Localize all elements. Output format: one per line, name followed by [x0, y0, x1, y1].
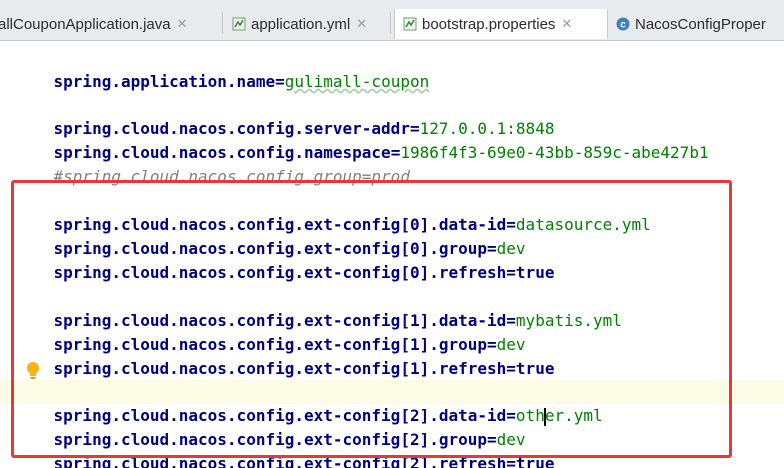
tab-divider	[390, 12, 391, 34]
editor-tab-bar: allCouponApplication.java ✕ application.…	[0, 0, 784, 41]
close-icon[interactable]: ✕	[356, 16, 367, 32]
svg-text:c: c	[620, 20, 626, 31]
close-icon[interactable]: ✕	[177, 16, 188, 32]
tab-application-yml[interactable]: application.yml ✕	[232, 9, 388, 39]
class-c-icon: c	[616, 17, 630, 31]
code-line: #spring.cloud.nacos.config.group=prod	[15, 141, 410, 186]
tab-bootstrap-properties[interactable]: bootstrap.properties ✕	[394, 9, 608, 39]
code-line: spring.application.name=gulimall-coupon	[53, 72, 430, 91]
tab-label: bootstrap.properties	[422, 15, 556, 33]
tab-divider	[222, 12, 223, 34]
yaml-file-icon	[232, 17, 246, 31]
tab-label: allCouponApplication.java	[0, 15, 171, 33]
annotation-highlight-box	[11, 180, 732, 458]
tab-label: application.yml	[251, 15, 351, 33]
close-icon[interactable]: ✕	[561, 16, 572, 32]
code-line: spring.cloud.nacos.config.namespace=1986…	[53, 143, 709, 162]
code-line: spring.cloud.nacos.config.server-addr=12…	[53, 119, 555, 138]
property-value: gulimall-coupon	[284, 72, 430, 91]
tab-coupon-application-java[interactable]: allCouponApplication.java ✕	[0, 9, 222, 39]
properties-file-icon	[403, 17, 417, 31]
property-key: spring.application.name	[53, 72, 276, 91]
tab-nacos-config-properties[interactable]: c NacosConfigProper	[612, 9, 784, 39]
property-value: 1986f4f3-69e0-43bb-859c-abe427b1	[400, 143, 709, 162]
tab-label: NacosConfigProper	[635, 15, 766, 33]
